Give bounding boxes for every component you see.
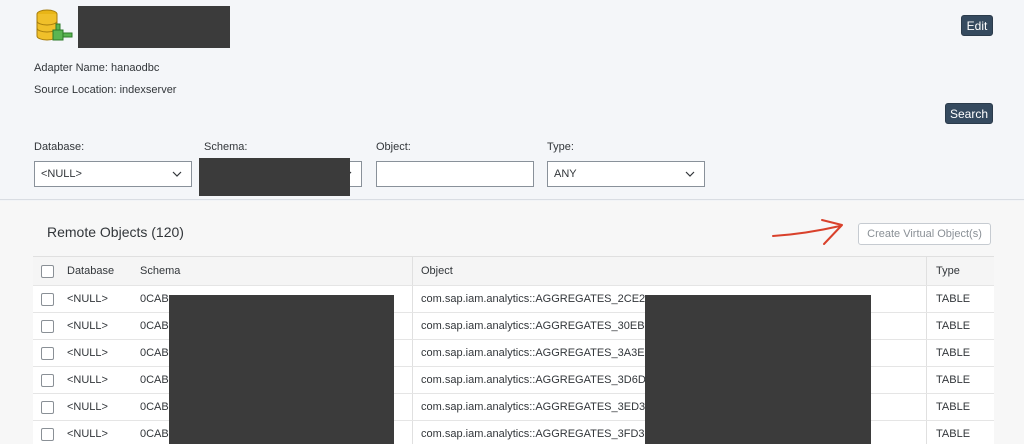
column-divider [412, 340, 413, 366]
type-label: Type: [547, 141, 574, 153]
cell-schema: 0CAB [140, 347, 169, 359]
source-location: Source Location: indexserver [34, 84, 177, 96]
cell-schema: 0CAB [140, 293, 169, 305]
row-checkbox-cell [41, 340, 54, 366]
row-checkbox[interactable] [41, 346, 54, 360]
row-checkbox-cell [41, 286, 54, 312]
search-button[interactable]: Search [945, 103, 993, 124]
table-header-row: Database Schema Object Type [33, 256, 994, 286]
cell-type: TABLE [936, 428, 971, 440]
chevron-down-icon [685, 171, 695, 177]
redacted-schema-column [169, 295, 394, 444]
column-divider [926, 286, 927, 312]
row-checkbox[interactable] [41, 400, 54, 414]
column-divider [926, 313, 927, 339]
cell-object: com.sap.iam.analytics::AGGREGATES_2CE2 [421, 293, 646, 305]
column-divider [412, 367, 413, 393]
database-select-value: <NULL> [41, 168, 82, 180]
column-divider [412, 394, 413, 420]
column-divider [412, 286, 413, 312]
cell-object: com.sap.iam.analytics::AGGREGATES_3ED3 [421, 401, 646, 413]
column-divider [412, 313, 413, 339]
redacted-title [78, 6, 230, 48]
column-divider [926, 340, 927, 366]
cell-schema: 0CAB [140, 428, 169, 440]
type-select[interactable]: ANY [547, 161, 705, 187]
type-select-value: ANY [554, 168, 577, 180]
row-checkbox[interactable] [41, 319, 54, 333]
database-select[interactable]: <NULL> [34, 161, 192, 187]
object-input[interactable] [376, 161, 534, 187]
row-checkbox-cell [41, 367, 54, 393]
column-header-type[interactable]: Type [936, 257, 960, 285]
redacted-object-column [645, 295, 871, 444]
column-divider [926, 394, 927, 420]
cell-type: TABLE [936, 347, 971, 359]
column-header-object[interactable]: Object [421, 257, 453, 285]
column-divider [926, 421, 927, 444]
cell-database: <NULL> [67, 374, 108, 386]
cell-object: com.sap.iam.analytics::AGGREGATES_3D6D [421, 374, 646, 386]
database-adapter-icon [36, 9, 73, 41]
row-checkbox-cell [41, 421, 54, 444]
row-checkbox[interactable] [41, 292, 54, 306]
cell-database: <NULL> [67, 347, 108, 359]
cell-database: <NULL> [67, 320, 108, 332]
object-label: Object: [376, 141, 411, 153]
cell-object: com.sap.iam.analytics::AGGREGATES_3A3E [421, 347, 645, 359]
cell-type: TABLE [936, 401, 971, 413]
cell-schema: 0CAB [140, 374, 169, 386]
remote-objects-title: Remote Objects (120) [47, 224, 184, 240]
cell-database: <NULL> [67, 428, 108, 440]
select-all-checkbox[interactable] [41, 264, 54, 278]
column-divider [412, 421, 413, 444]
select-all-checkbox-cell [41, 257, 54, 285]
column-divider [926, 257, 927, 285]
cell-object: com.sap.iam.analytics::AGGREGATES_30EB [421, 320, 645, 332]
cell-type: TABLE [936, 320, 971, 332]
edit-button[interactable]: Edit [961, 15, 993, 36]
chevron-down-icon [172, 171, 182, 177]
cell-type: TABLE [936, 293, 971, 305]
row-checkbox-cell [41, 394, 54, 420]
cell-type: TABLE [936, 374, 971, 386]
column-header-schema[interactable]: Schema [140, 257, 180, 285]
create-virtual-objects-button[interactable]: Create Virtual Object(s) [858, 223, 991, 245]
schema-label: Schema: [204, 141, 248, 153]
adapter-name: Adapter Name: hanaodbc [34, 62, 160, 74]
cell-object: com.sap.iam.analytics::AGGREGATES_3FD3 [421, 428, 645, 440]
row-checkbox-cell [41, 313, 54, 339]
adapter-header: Edit Adapter Name: hanaodbc Source Locat… [0, 0, 1024, 200]
row-checkbox[interactable] [41, 373, 54, 387]
arrow-annotation-icon [772, 219, 843, 245]
cell-schema: 0CAB [140, 320, 169, 332]
column-divider [926, 367, 927, 393]
row-checkbox[interactable] [41, 427, 54, 441]
redacted-schema-value [199, 158, 350, 196]
cell-database: <NULL> [67, 293, 108, 305]
cell-schema: 0CAB [140, 401, 169, 413]
database-label: Database: [34, 141, 85, 153]
column-header-database[interactable]: Database [67, 257, 114, 285]
column-divider [412, 257, 413, 285]
cell-database: <NULL> [67, 401, 108, 413]
